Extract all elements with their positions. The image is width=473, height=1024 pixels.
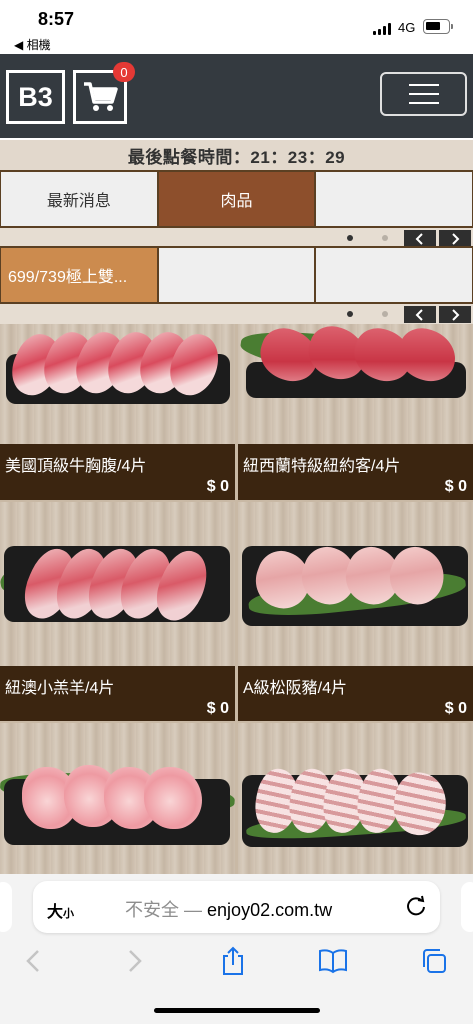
subtab-empty-1[interactable]	[158, 248, 315, 302]
product-price: $ 0	[206, 478, 229, 495]
browser-bottom-bar: 大小 不安全 — enjoy02.com.tw	[0, 874, 473, 1024]
text-size-button[interactable]: 大小	[47, 898, 74, 922]
subcategory-prev-button[interactable]	[404, 306, 436, 323]
status-bar: 8:57 ◀ 相機 4G	[0, 0, 473, 54]
book-icon	[319, 949, 347, 974]
order-deadline: 最後點餐時間：21：23：29	[0, 140, 473, 170]
subtab-empty-2[interactable]	[316, 248, 473, 302]
product-price: $ 0	[444, 700, 467, 717]
cart-icon	[84, 82, 118, 111]
tab-empty[interactable]	[316, 172, 473, 226]
pager-dot-active[interactable]	[347, 311, 353, 317]
product-photo	[0, 502, 235, 666]
category-next-button[interactable]	[439, 230, 471, 247]
signal-icon	[373, 23, 393, 35]
tabs-icon	[423, 949, 446, 973]
product-grid: 美國頂級牛胸腹/4片 $ 0 紐西蘭特級紐約客/4片 $ 0 紐澳小羔羊/4片 …	[0, 324, 473, 874]
product-card[interactable]	[238, 723, 473, 874]
chevron-left-icon	[26, 950, 39, 972]
chevron-right-icon	[452, 308, 460, 321]
insecure-label: 不安全 —	[125, 900, 203, 920]
menu-toggle-button[interactable]	[380, 72, 467, 116]
product-name: A級松阪豬/4片	[243, 680, 348, 697]
back-to-app-link[interactable]: ◀ 相機	[14, 36, 51, 53]
product-photo	[238, 723, 473, 874]
category-pager	[0, 228, 473, 248]
pager-dot-active[interactable]	[347, 235, 353, 241]
address-bar[interactable]: 大小 不安全 — enjoy02.com.tw	[33, 881, 440, 933]
product-name: 紐西蘭特級紐約客/4片	[243, 458, 401, 475]
forward-button[interactable]	[120, 946, 150, 976]
app-header: B3 0	[0, 54, 473, 138]
product-name: 紐澳小羔羊/4片	[5, 680, 115, 697]
back-button[interactable]	[18, 946, 48, 976]
product-photo	[0, 723, 235, 874]
product-photo	[238, 324, 473, 444]
chevron-left-icon	[415, 308, 423, 321]
category-tabs: 最新消息 肉品	[0, 170, 473, 228]
home-indicator	[154, 1008, 320, 1013]
subcategory-next-button[interactable]	[439, 306, 471, 323]
category-prev-button[interactable]	[404, 230, 436, 247]
network-type: 4G	[398, 20, 416, 35]
product-name: 美國頂級牛胸腹/4片	[5, 458, 147, 475]
product-price: $ 0	[444, 478, 467, 495]
url-text[interactable]: 不安全 — enjoy02.com.tw	[125, 896, 332, 922]
chevron-right-icon	[129, 950, 142, 972]
share-button[interactable]	[218, 946, 248, 976]
subcategory-tabs: 699/739極上雙...	[0, 246, 473, 304]
product-card[interactable]	[0, 723, 235, 874]
product-photo	[0, 324, 235, 444]
tabs-button[interactable]	[419, 946, 449, 976]
subcategory-pager	[0, 304, 473, 324]
reload-icon[interactable]	[405, 895, 427, 917]
tab-news[interactable]: 最新消息	[1, 172, 157, 226]
product-info: A級松阪豬/4片 $ 0	[238, 668, 473, 721]
product-photo	[238, 502, 473, 666]
chevron-left-icon	[415, 232, 423, 245]
product-card[interactable]: 美國頂級牛胸腹/4片 $ 0	[0, 324, 235, 500]
logo[interactable]: B3	[6, 70, 65, 124]
product-card[interactable]: 紐西蘭特級紐約客/4片 $ 0	[238, 324, 473, 500]
share-icon	[223, 946, 243, 975]
chevron-right-icon	[452, 232, 460, 245]
tab-meat[interactable]: 肉品	[158, 172, 315, 226]
previous-tab-preview[interactable]	[0, 882, 12, 932]
pager-dot[interactable]	[382, 235, 388, 241]
product-card[interactable]: 紐澳小羔羊/4片 $ 0	[0, 502, 235, 721]
product-info: 美國頂級牛胸腹/4片 $ 0	[0, 446, 235, 500]
url-domain: enjoy02.com.tw	[207, 900, 333, 920]
cart-count-badge: 0	[113, 62, 135, 82]
product-price: $ 0	[206, 700, 229, 717]
product-info: 紐西蘭特級紐約客/4片 $ 0	[238, 446, 473, 500]
page: 8:57 ◀ 相機 4G B3 0 最後點餐時間：21：23：29 最新消息 肉…	[0, 0, 473, 1024]
subtab-699-739[interactable]: 699/739極上雙...	[1, 248, 157, 302]
product-card[interactable]: A級松阪豬/4片 $ 0	[238, 502, 473, 721]
status-time: 8:57	[38, 9, 75, 29]
battery-icon	[423, 19, 453, 34]
next-tab-preview[interactable]	[461, 882, 473, 932]
hamburger-icon	[408, 84, 439, 86]
bookmarks-button[interactable]	[318, 946, 348, 976]
product-info: 紐澳小羔羊/4片 $ 0	[0, 668, 235, 721]
pager-dot[interactable]	[382, 311, 388, 317]
